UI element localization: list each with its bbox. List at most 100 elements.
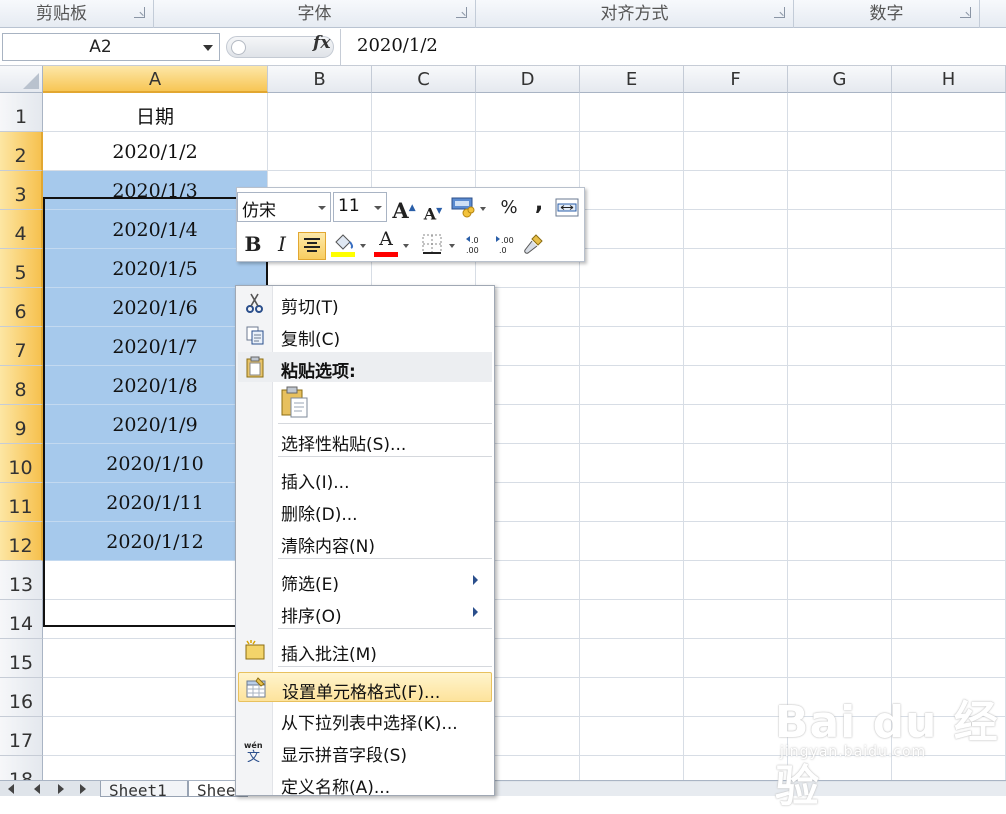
- chevron-down-icon[interactable]: [403, 244, 409, 248]
- chevron-down-icon[interactable]: [449, 244, 455, 248]
- date-cell[interactable]: 2020/1/9: [43, 405, 267, 444]
- date-cell[interactable]: 2020/1/6: [43, 288, 267, 327]
- menu-item-copy[interactable]: 复制(C): [238, 320, 492, 350]
- column-header-e[interactable]: E: [580, 66, 684, 93]
- menu-item-delete[interactable]: 删除(D)...: [238, 495, 492, 525]
- dialog-launcher-icon[interactable]: [134, 7, 145, 18]
- row-header-6[interactable]: 6: [0, 288, 43, 327]
- chevron-down-icon[interactable]: [374, 206, 382, 210]
- format-painter-button[interactable]: [522, 233, 546, 257]
- column-header-c[interactable]: C: [372, 66, 476, 93]
- row-header-11[interactable]: 11: [0, 483, 43, 522]
- row-header-16[interactable]: 16: [0, 678, 43, 717]
- paste-clipboard-icon[interactable]: [280, 386, 310, 418]
- increase-decimal-button[interactable]: .0.00: [463, 233, 487, 257]
- italic-button[interactable]: I: [270, 232, 294, 256]
- date-cell[interactable]: 2020/1/5: [43, 249, 267, 288]
- menu-item-show-phonetic[interactable]: wén 文 显示拼音字段(S): [238, 736, 492, 766]
- menu-item-label: 清除内容(N): [281, 537, 375, 557]
- column-header-f[interactable]: F: [684, 66, 788, 93]
- shrink-font-label: A: [423, 204, 437, 224]
- date-cell[interactable]: 2020/1/10: [43, 444, 267, 483]
- row-header-10[interactable]: 10: [0, 444, 43, 483]
- column-header-a[interactable]: A: [43, 66, 268, 93]
- select-all-button[interactable]: [0, 66, 43, 93]
- grow-font-button[interactable]: A▲: [392, 196, 416, 223]
- accounting-format-button[interactable]: [451, 195, 475, 219]
- row-header-2[interactable]: 2: [0, 132, 43, 171]
- row-header-15[interactable]: 15: [0, 639, 43, 678]
- decrease-decimal-button[interactable]: .00.0: [493, 233, 517, 257]
- merge-center-button[interactable]: [555, 196, 579, 220]
- date-cell[interactable]: 2020/1/3: [43, 171, 267, 210]
- date-cell[interactable]: 2020/1/7: [43, 327, 267, 366]
- ribbon-group-label: 对齐方式: [600, 4, 669, 24]
- name-box[interactable]: A2: [2, 33, 220, 61]
- column-header-b[interactable]: B: [268, 66, 372, 93]
- column-header-h[interactable]: H: [892, 66, 1006, 93]
- last-sheet-icon[interactable]: [80, 784, 86, 794]
- prev-sheet-icon[interactable]: [34, 784, 40, 794]
- menu-item-sort[interactable]: 排序(O): [238, 597, 492, 627]
- date-cell[interactable]: 2020/1/11: [43, 483, 267, 522]
- chevron-down-icon[interactable]: [360, 244, 366, 248]
- next-sheet-icon[interactable]: [58, 784, 64, 794]
- chevron-down-icon[interactable]: [480, 207, 486, 211]
- row-header-7[interactable]: 7: [0, 327, 43, 366]
- date-cell[interactable]: 2020/1/2: [43, 132, 267, 171]
- shrink-font-button[interactable]: A▼: [421, 198, 445, 224]
- first-sheet-icon[interactable]: [8, 784, 14, 794]
- svg-text:.00: .00: [501, 236, 514, 245]
- menu-item-pick-from-list[interactable]: 从下拉列表中选择(K)...: [238, 704, 492, 734]
- menu-item-insert-comment[interactable]: 插入批注(M): [238, 635, 492, 665]
- row-header-1[interactable]: 1: [0, 93, 43, 132]
- dialog-launcher-icon[interactable]: [456, 7, 467, 18]
- ribbon-group-bar: 剪贴板 字体 对齐方式 数字: [0, 0, 1006, 28]
- row-header-14[interactable]: 14: [0, 600, 43, 639]
- insert-function-icon[interactable]: fx: [313, 33, 330, 53]
- date-cell[interactable]: 2020/1/4: [43, 210, 267, 249]
- worksheet-grid[interactable]: ABCDEFGH 1 2 3 4 5 6 7 8 9 10 11 12 13 14 15 16 17 18 日期 2…: [0, 66, 1006, 780]
- menu-item-label: 插入(I)...: [281, 473, 350, 493]
- row-header-3[interactable]: 3: [0, 171, 43, 210]
- chevron-down-icon[interactable]: [203, 45, 213, 51]
- row-header-18[interactable]: 18: [0, 756, 43, 780]
- font-name-combo[interactable]: 仿宋: [237, 192, 331, 222]
- menu-item-format-cells[interactable]: 设置单元格格式(F)...: [238, 672, 492, 703]
- font-size-combo[interactable]: 11: [333, 192, 387, 222]
- menu-item-define-name[interactable]: 定义名称(A)...: [238, 768, 492, 795]
- menu-separator: [278, 666, 492, 667]
- column-header-d[interactable]: D: [476, 66, 580, 93]
- fill-color-button[interactable]: [331, 232, 355, 257]
- dialog-launcher-icon[interactable]: [960, 7, 971, 18]
- row-header-9[interactable]: 9: [0, 405, 43, 444]
- column-header-g[interactable]: G: [788, 66, 892, 93]
- row-header-12[interactable]: 12: [0, 522, 43, 561]
- sheet-tab-sheet1[interactable]: Sheet1: [100, 781, 188, 797]
- center-align-button[interactable]: [298, 232, 326, 260]
- date-cell[interactable]: 2020/1/8: [43, 366, 267, 405]
- formula-input[interactable]: 2020/1/2: [340, 29, 1006, 66]
- menu-item-label: 复制(C): [281, 330, 341, 350]
- menu-item-clear-contents[interactable]: 清除内容(N): [238, 527, 492, 557]
- font-color-button[interactable]: A: [374, 228, 398, 257]
- date-cell[interactable]: 2020/1/12: [43, 522, 267, 561]
- context-menu: 剪切(T) 复制(C) 粘贴选项: 选择性粘贴(S)... 插入(I)... 删…: [235, 285, 495, 796]
- row-header-17[interactable]: 17: [0, 717, 43, 756]
- chevron-down-icon[interactable]: [318, 206, 326, 210]
- percent-style-button[interactable]: %: [497, 196, 521, 220]
- row-header-8[interactable]: 8: [0, 366, 43, 405]
- row-header-13[interactable]: 13: [0, 561, 43, 600]
- menu-item-filter[interactable]: 筛选(E): [238, 565, 492, 595]
- menu-separator: [278, 558, 492, 559]
- menu-item-insert[interactable]: 插入(I)...: [238, 463, 492, 493]
- row-header-4[interactable]: 4: [0, 210, 43, 249]
- header-cell[interactable]: 日期: [43, 93, 267, 132]
- menu-item-cut[interactable]: 剪切(T): [238, 288, 492, 318]
- bold-button[interactable]: B: [241, 232, 265, 256]
- dialog-launcher-icon[interactable]: [774, 7, 785, 18]
- comma-style-button[interactable]: ,: [527, 192, 551, 216]
- menu-item-paste-special[interactable]: 选择性粘贴(S)...: [238, 425, 492, 455]
- borders-button[interactable]: [421, 233, 445, 257]
- row-header-5[interactable]: 5: [0, 249, 43, 288]
